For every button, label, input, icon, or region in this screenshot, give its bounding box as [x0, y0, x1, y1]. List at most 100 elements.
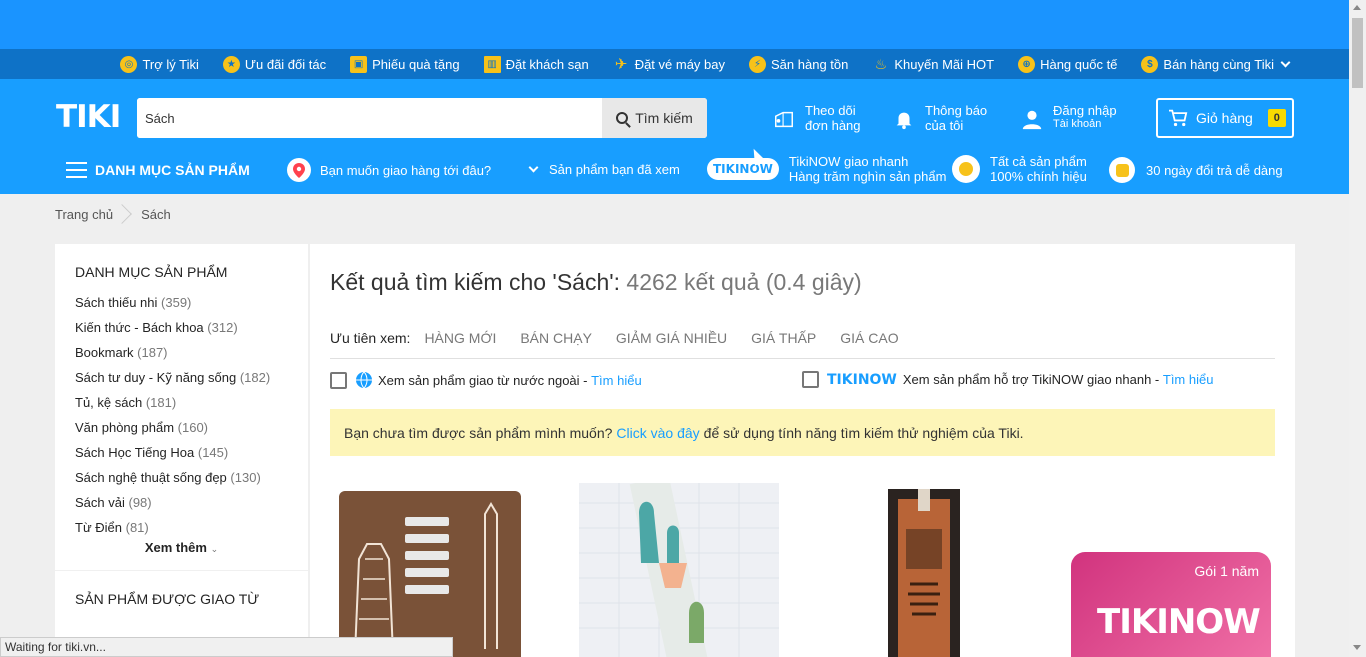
- sort-options: Ưu tiên xem: HÀNG MỚI BÁN CHẠY GIẢM GIÁ …: [330, 330, 923, 346]
- filter-international: Xem sản phẩm giao từ nước ngoài - Tìm hi…: [330, 371, 642, 389]
- category-item[interactable]: Sách thiếu nhi (359): [75, 290, 308, 315]
- sort-price-high[interactable]: GIÁ CAO: [840, 330, 898, 346]
- globe-icon: [356, 371, 372, 389]
- delivery-location-link[interactable]: Bạn muốn giao hàng tới đâu?: [287, 158, 491, 182]
- sort-label: Ưu tiên xem:: [330, 330, 411, 346]
- scroll-down-arrow-icon[interactable]: [1353, 645, 1361, 650]
- search-notice: Bạn chưa tìm được sản phẩm mình muốn? Cli…: [330, 409, 1275, 456]
- international-checkbox[interactable]: [330, 371, 347, 389]
- cart-button[interactable]: Giỏ hàng 0: [1156, 98, 1294, 138]
- topbar-link-gift[interactable]: ▣ Phiếu quà tặng: [350, 55, 460, 73]
- breadcrumb-current: Sách: [141, 206, 171, 222]
- secondary-nav: DANH MỤC SẢN PHẨM Bạn muốn giao hàng tới…: [0, 140, 1349, 192]
- lightning-icon: ⚡: [749, 55, 767, 73]
- account-link[interactable]: Đăng nhập Tài khoản: [1021, 103, 1117, 131]
- cart-count-badge: 0: [1267, 109, 1286, 127]
- learn-more-link[interactable]: Tìm hiểu: [1163, 372, 1214, 387]
- sidebar-divider: [55, 570, 308, 571]
- chevron-down-icon: [1280, 57, 1291, 67]
- topbar-link-assistant[interactable]: ◎ Trợ lý Tiki: [120, 55, 199, 73]
- chevron-down-icon: ⌄: [210, 544, 219, 554]
- top-links-bar: ◎ Trợ lý Tiki ★ Ưu đãi đối tác ▣ Phiếu quà …: [0, 49, 1349, 79]
- notifications-link[interactable]: Thông báo của tôi: [893, 103, 987, 133]
- search-icon: [616, 112, 629, 124]
- sort-best-selling[interactable]: BÁN CHẠY: [520, 330, 592, 346]
- tikinow-logo: TIKINOW: [707, 158, 779, 180]
- topbar-link-sell[interactable]: $ Bán hàng cùng Tiki: [1141, 55, 1291, 73]
- tikinow-logo: TIKINOW: [1097, 602, 1261, 642]
- breadcrumb: Trang chủ Sách: [0, 194, 1349, 234]
- topbar-link-partner[interactable]: ★ Ưu đãi đối tác: [222, 55, 326, 73]
- shipping-origin-title: SẢN PHẨM ĐƯỢC GIAO TỪ: [75, 591, 260, 607]
- top-banner[interactable]: [0, 0, 1349, 49]
- results-meta: 4262 kết quả (0.4 giây): [626, 269, 862, 295]
- scroll-up-arrow-icon[interactable]: [1353, 5, 1361, 10]
- category-sidebar: DANH MỤC SẢN PHẨM Sách thiếu nhi (359) K…: [55, 244, 308, 657]
- viewed-products-link[interactable]: Sản phẩm bạn đã xem: [528, 162, 680, 177]
- topbar-link-hotel[interactable]: ▥ Đặt khách sạn: [483, 55, 589, 73]
- sort-newest[interactable]: HÀNG MỚI: [424, 330, 496, 346]
- filter-tikinow: TIKINOW Xem sản phẩm hỗ trợ TikiNOW giao…: [802, 371, 1213, 388]
- globe-icon: ⊕: [1018, 55, 1036, 73]
- sort-price-low[interactable]: GIÁ THẤP: [751, 330, 816, 346]
- gift-icon: ▣: [350, 55, 368, 73]
- product-image-book-stand[interactable]: [335, 489, 525, 657]
- sidebar-title: DANH MỤC SẢN PHẨM: [75, 264, 228, 280]
- search-input[interactable]: [137, 98, 602, 138]
- vertical-scrollbar[interactable]: [1349, 0, 1366, 657]
- hamburger-menu-icon: [66, 162, 87, 178]
- bell-icon: [896, 112, 912, 130]
- sort-divider: [330, 358, 1275, 359]
- category-item[interactable]: Bookmark (187): [75, 340, 308, 365]
- hotel-icon: ▥: [483, 55, 501, 73]
- return-bag-icon: [1109, 157, 1135, 183]
- cart-icon: [1169, 109, 1188, 127]
- money-bag-icon: $: [1141, 55, 1159, 73]
- category-item[interactable]: Kiến thức - Bách khoa (312): [75, 315, 308, 340]
- breadcrumb-separator: [112, 204, 132, 224]
- category-item[interactable]: Sách vải (98): [75, 490, 308, 515]
- results-title: Kết quả tìm kiếm cho 'Sách': 4262 kết qu…: [330, 269, 862, 295]
- topbar-link-flight[interactable]: ✈ Đặt vé máy bay: [613, 56, 725, 73]
- category-list: Sách thiếu nhi (359) Kiến thức - Bách kh…: [55, 290, 308, 540]
- category-menu-button[interactable]: DANH MỤC SẢN PHẨM: [66, 161, 250, 179]
- track-order-link[interactable]: Theo dõi đơn hàng: [773, 103, 861, 133]
- location-pin-icon: [287, 158, 311, 182]
- category-item[interactable]: Sách nghệ thuật sống đẹp (130): [75, 465, 308, 490]
- partner-icon: ★: [222, 55, 240, 73]
- tikinow-logo: TIKINOW: [827, 371, 897, 388]
- topbar-link-hot[interactable]: ♨ Khuyến Mãi HOT: [872, 56, 994, 73]
- results-panel: Kết quả tìm kiếm cho 'Sách': 4262 kết qu…: [310, 244, 1295, 657]
- show-more-button[interactable]: Xem thêm ⌄: [55, 540, 308, 555]
- product-image-wooden-bookmark[interactable]: [888, 489, 960, 657]
- topbar-link-clearance[interactable]: ⚡ Săn hàng tồn: [749, 55, 848, 73]
- category-item[interactable]: Sách tư duy - Kỹ năng sống (182): [75, 365, 308, 390]
- category-item[interactable]: Tủ, kệ sách (181): [75, 390, 308, 415]
- return-policy-link[interactable]: 30 ngày đổi trả dễ dàng: [1109, 157, 1283, 183]
- promo-badge: Gói 1 năm: [1194, 563, 1259, 579]
- assistant-icon: ◎: [120, 55, 138, 73]
- experimental-search-link[interactable]: Click vào đây: [616, 425, 699, 441]
- medal-icon: [952, 155, 980, 183]
- category-item[interactable]: Từ Điển (81): [75, 515, 308, 540]
- scrollbar-thumb[interactable]: [1352, 18, 1363, 88]
- search-button[interactable]: Tìm kiếm: [602, 98, 707, 138]
- tikinow-promo-link[interactable]: TIKINOW TikiNOW giao nhanh Hàng trăm nghì…: [707, 154, 946, 184]
- topbar-link-international[interactable]: ⊕ Hàng quốc tế: [1018, 55, 1117, 73]
- order-tracking-icon: [775, 111, 793, 128]
- sort-discount[interactable]: GIẢM GIÁ NHIỀU: [616, 330, 727, 346]
- search-bar: Tìm kiếm: [137, 98, 707, 138]
- fire-icon: ♨: [874, 55, 888, 72]
- tikinow-checkbox[interactable]: [802, 371, 819, 388]
- learn-more-link[interactable]: Tìm hiểu: [591, 373, 642, 388]
- category-item[interactable]: Sách Học Tiếng Hoa (145): [75, 440, 308, 465]
- genuine-products-link[interactable]: Tất cả sản phẩm 100% chính hiệu: [952, 154, 1087, 184]
- browser-status-bar: Waiting for tiki.vn...: [0, 637, 453, 657]
- chevron-down-icon: [528, 162, 539, 173]
- tiki-logo[interactable]: TIKI: [56, 99, 121, 135]
- tikinow-promo-card[interactable]: Gói 1 năm TIKINOW: [1071, 552, 1271, 657]
- user-icon: [1022, 110, 1042, 130]
- category-item[interactable]: Văn phòng phẩm (160): [75, 415, 308, 440]
- product-image-cactus-bookmark[interactable]: [579, 483, 779, 657]
- breadcrumb-home[interactable]: Trang chủ: [55, 207, 113, 222]
